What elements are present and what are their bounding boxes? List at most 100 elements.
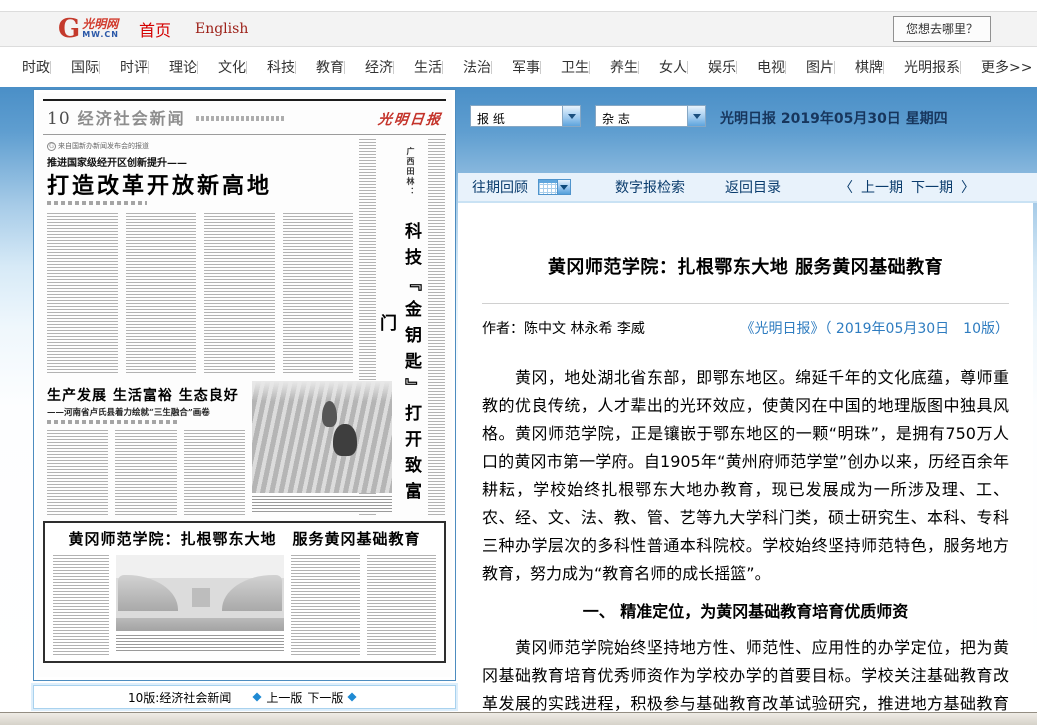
scan-section-name: 经济社会新闻 xyxy=(78,105,186,129)
fake-text-column xyxy=(184,430,245,516)
nav-item[interactable]: 时评 xyxy=(99,57,148,77)
calendar-icon xyxy=(538,179,558,195)
calendar-dropdown-button[interactable] xyxy=(558,179,571,195)
campus-gate-photo xyxy=(116,555,284,631)
prev-page-link[interactable]: 上一版 xyxy=(266,689,302,706)
article-title: 黄冈师范学院：扎根鄂东大地 服务黄冈基础教育 xyxy=(482,253,1009,279)
nav-item[interactable]: 理论 xyxy=(148,57,197,77)
current-page-label: 10版:经济社会新闻 xyxy=(128,689,231,706)
nav-item[interactable]: 卫生 xyxy=(540,57,589,77)
article-section-heading: 一、 精准定位，为黄冈基础教育培育优质师资 xyxy=(482,598,1009,626)
where-to-go-box[interactable]: 您想去哪里？ xyxy=(893,16,991,42)
magazine-select[interactable]: 杂 志 xyxy=(595,105,706,127)
next-issue-link[interactable]: 下一期 xyxy=(911,177,953,197)
fake-text-column xyxy=(115,430,176,516)
story2-text-columns xyxy=(47,430,245,516)
dropdown-button[interactable] xyxy=(562,106,580,126)
scan-masthead-row: 10 经济社会新闻 光明日报 xyxy=(47,105,442,131)
scan-dateline-placeholder xyxy=(196,116,284,121)
nav-item[interactable]: 更多>> xyxy=(960,57,1032,77)
issue-date-line: 光明日报 2019年05月30日 星期四 xyxy=(720,108,948,128)
nav-item[interactable]: 养生 xyxy=(589,57,638,77)
nav-item[interactable]: 生活 xyxy=(393,57,442,77)
field-planting-photo xyxy=(252,381,392,493)
prev-page-icon[interactable] xyxy=(253,692,262,701)
nav-item[interactable]: 法治 xyxy=(442,57,491,77)
site-header: G 光明网 MW.CN 首页 English 您想去哪里？ xyxy=(0,11,1037,47)
masthead-name: 光明日报 xyxy=(720,111,776,127)
nav-item[interactable]: 光明报系 xyxy=(883,57,960,77)
issue-date: 2019年05月30日 xyxy=(781,111,901,127)
scan-masthead-logo: 光明日报 xyxy=(377,109,443,129)
fake-text-column xyxy=(367,555,436,657)
article-meta-row: 作者：陈中文 林永希 李威 《光明日报》（ 2019年05月30日 10版） xyxy=(482,318,1009,338)
chevron-down-icon xyxy=(568,114,576,123)
paper-select-value: 报 纸 xyxy=(471,106,562,126)
photo-figure xyxy=(322,401,337,427)
photo-building xyxy=(192,588,210,606)
english-link[interactable]: English xyxy=(195,21,248,37)
nav-item[interactable]: 教育 xyxy=(295,57,344,77)
next-page-link[interactable]: 下一版 xyxy=(307,689,343,706)
article-body: 黄冈，地处湖北省东部，即鄂东地区。绵延千年的文化底蕴，尊师重教的优良传统，人才辈… xyxy=(482,364,1009,712)
nav-item[interactable]: 娱乐 xyxy=(687,57,736,77)
main-area: 10 经济社会新闻 光明日报 G 来自国新办新闻发布会的报道 推进国家级经开区创… xyxy=(0,87,1037,712)
article-paragraph: 黄冈师范学院始终坚持地方性、师范性、应用性的办学定位，把为黄冈基础教育培育优秀师… xyxy=(482,634,1009,712)
top-margin xyxy=(0,0,1037,11)
article-author: 作者：陈中文 林永希 李威 xyxy=(482,318,645,338)
article-paragraph: 黄冈，地处湖北省东部，即鄂东地区。绵延千年的文化底蕴，尊师重教的优良传统，人才辈… xyxy=(482,364,1009,588)
story1-byline-placeholder xyxy=(47,201,147,205)
photo-gate-left xyxy=(118,575,178,611)
scan-rule xyxy=(43,99,446,101)
nav-item[interactable]: 国际 xyxy=(50,57,99,77)
logo-stack: 光明网 MW.CN xyxy=(82,19,119,39)
story3-kicker: 广西田林： xyxy=(406,147,416,197)
prev-issue-link[interactable]: 上一期 xyxy=(861,177,903,197)
fake-text-column xyxy=(283,213,354,375)
story2-subtitle: ——河南省卢氏县着力绘就“三生融合”画卷 xyxy=(47,406,210,418)
main-nav: 时政国际时评理论文化科技教育经济生活法治军事卫生养生女人娱乐电视图片棋牌光明报系… xyxy=(0,47,1037,87)
nav-item[interactable]: 军事 xyxy=(491,57,540,77)
logo-script-text: 光明网 xyxy=(82,19,119,30)
gmw-logo[interactable]: G 光明网 MW.CN xyxy=(58,18,119,40)
story1-text-columns xyxy=(47,213,353,375)
nav-item[interactable]: 经济 xyxy=(344,57,393,77)
back-to-toc-link[interactable]: 返回目录 xyxy=(725,177,781,197)
nav-item[interactable]: 科技 xyxy=(246,57,295,77)
nav-item[interactable]: 女人 xyxy=(638,57,687,77)
g-badge-icon: G xyxy=(47,142,56,151)
dropdown-button[interactable] xyxy=(687,106,705,126)
story1-headline: 打造改革开放新高地 xyxy=(47,168,272,200)
nav-list: 时政国际时评理论文化科技教育经济生活法治军事卫生养生女人娱乐电视图片棋牌光明报系… xyxy=(0,57,1037,77)
nav-item[interactable]: 棋牌 xyxy=(834,57,883,77)
issue-nav: 〈 上一期 下一期 〉 xyxy=(839,177,975,197)
next-page-icon[interactable] xyxy=(348,692,357,701)
window-status-strip xyxy=(0,712,1037,725)
paper-select[interactable]: 报 纸 xyxy=(470,105,581,127)
page-nav-links: 上一版 下一版 xyxy=(253,689,356,706)
photo-figure xyxy=(333,424,357,456)
photo-road xyxy=(116,618,284,631)
angle-right-icon: 〉 xyxy=(961,177,975,197)
nav-item[interactable]: 文化 xyxy=(197,57,246,77)
page-root: G 光明网 MW.CN 首页 English 您想去哪里？ 时政国际时评理论文化… xyxy=(0,0,1037,726)
calendar-picker[interactable] xyxy=(538,179,571,195)
newspaper-page-image[interactable]: 10 经济社会新闻 光明日报 G 来自国新办新闻发布会的报道 推进国家级经开区创… xyxy=(33,89,456,681)
featured-article-body xyxy=(53,555,436,657)
fake-text-column xyxy=(47,213,118,375)
fake-text-column xyxy=(53,555,109,657)
nav-item[interactable]: 电视 xyxy=(736,57,785,77)
fake-text-column xyxy=(291,555,360,657)
home-link[interactable]: 首页 xyxy=(139,17,171,41)
featured-article-box: 黄冈师范学院：扎根鄂东大地 服务黄冈基础教育 xyxy=(43,521,446,663)
chevron-down-icon xyxy=(560,185,568,194)
nav-item[interactable]: 图片 xyxy=(785,57,834,77)
magazine-select-value: 杂 志 xyxy=(596,106,687,126)
archive-link[interactable]: 往期回顾 xyxy=(472,177,528,197)
digital-search-link[interactable]: 数字报检索 xyxy=(615,177,685,197)
nav-item[interactable]: 时政 xyxy=(22,57,50,77)
scan-kicker: G 来自国新办新闻发布会的报道 xyxy=(47,141,149,151)
article-panel: 黄冈师范学院：扎根鄂东大地 服务黄冈基础教育 作者：陈中文 林永希 李威 《光明… xyxy=(458,203,1033,712)
page-navigation-bar: 10版:经济社会新闻 上一版 下一版 xyxy=(33,685,456,709)
featured-article-headline: 黄冈师范学院：扎根鄂东大地 服务黄冈基础教育 xyxy=(45,528,444,549)
